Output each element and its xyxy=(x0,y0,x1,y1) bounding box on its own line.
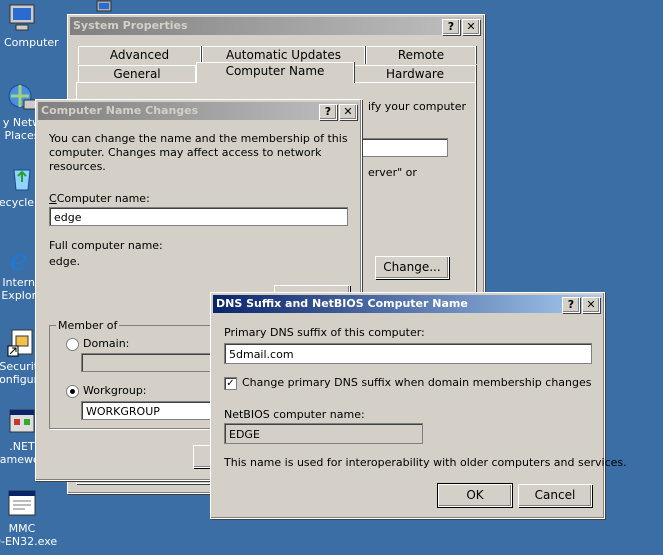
desktop-icon-label: MMC xyxy=(8,522,36,535)
domain-radio[interactable] xyxy=(66,338,79,351)
dialog-title: Computer Name Changes xyxy=(41,104,199,117)
change-button[interactable]: Change... xyxy=(375,256,449,279)
computer-name-changes-titlebar[interactable]: Computer Name Changes ? ✕ xyxy=(38,102,359,120)
close-button[interactable]: ✕ xyxy=(339,104,357,120)
system-properties-titlebar[interactable]: System Properties ? ✕ xyxy=(70,17,482,35)
tab-hardware[interactable]: Hardware xyxy=(354,65,476,83)
small-monitor-icon xyxy=(96,0,112,12)
workgroup-radio[interactable] xyxy=(66,385,79,398)
netbios-input: EDGE xyxy=(224,423,423,444)
svg-text:e: e xyxy=(10,243,28,274)
full-computer-name-value: edge. xyxy=(49,255,80,268)
desktop-icon-my-computer[interactable]: y Computer xyxy=(0,2,59,49)
security-shortcut-icon xyxy=(7,329,33,357)
info-text: This name is used for interoperability w… xyxy=(224,456,627,469)
window-title: System Properties xyxy=(73,19,188,32)
recycle-bin-icon xyxy=(13,169,31,191)
dotnet-icon xyxy=(9,409,35,433)
description-text: You can change the name and the membersh… xyxy=(49,132,348,173)
tab-computer-name[interactable]: Computer Name xyxy=(196,62,354,83)
partial-description-text: ify your computer xyxy=(368,100,467,113)
computer-icon xyxy=(9,4,35,31)
change-suffix-checkbox[interactable]: ✓ xyxy=(224,377,237,390)
partial-example-text: erver" or xyxy=(368,166,417,179)
help-button[interactable]: ? xyxy=(442,19,460,35)
dns-suffix-dialog: DNS Suffix and NetBIOS Computer Name ? ✕… xyxy=(210,292,627,519)
desktop-icon-label: 0-EN32.exe xyxy=(0,535,58,548)
close-button[interactable]: ✕ xyxy=(582,297,600,313)
cancel-button[interactable]: Cancel xyxy=(518,484,592,507)
close-button[interactable]: ✕ xyxy=(462,19,480,35)
tab-general[interactable]: General xyxy=(78,65,196,83)
netbios-label: NetBIOS computer name: xyxy=(224,408,365,421)
internet-explorer-icon: e xyxy=(10,243,28,274)
network-icon xyxy=(8,84,37,110)
desktop-icon-label: y Computer xyxy=(0,36,59,49)
full-computer-name-label: Full computer name: xyxy=(49,239,163,252)
workgroup-label: Workgroup: xyxy=(83,384,147,397)
help-button[interactable]: ? xyxy=(562,297,580,313)
desktop-icon-mmc[interactable]: MMC 0-EN32.exe xyxy=(0,488,58,548)
computer-name-label: CComputer name: xyxy=(49,192,150,205)
dialog-title: DNS Suffix and NetBIOS Computer Name xyxy=(216,297,468,310)
computer-name-input[interactable]: edge xyxy=(49,207,348,226)
mmc-icon xyxy=(8,490,36,516)
computer-description-field[interactable] xyxy=(358,138,448,157)
primary-dns-label: Primary DNS suffix of this computer: xyxy=(224,326,425,339)
domain-label: Domain: xyxy=(83,337,130,350)
member-of-label: Member of xyxy=(56,319,120,332)
primary-dns-input[interactable]: 5dmail.com xyxy=(224,343,592,364)
change-suffix-label[interactable]: Change primary DNS suffix when domain me… xyxy=(242,376,592,389)
tab-advanced[interactable]: Advanced xyxy=(78,46,201,64)
ok-button[interactable]: OK xyxy=(437,483,513,508)
dns-suffix-titlebar[interactable]: DNS Suffix and NetBIOS Computer Name ? ✕ xyxy=(213,295,602,313)
help-button[interactable]: ? xyxy=(319,104,337,120)
tab-remote[interactable]: Remote xyxy=(366,46,476,64)
